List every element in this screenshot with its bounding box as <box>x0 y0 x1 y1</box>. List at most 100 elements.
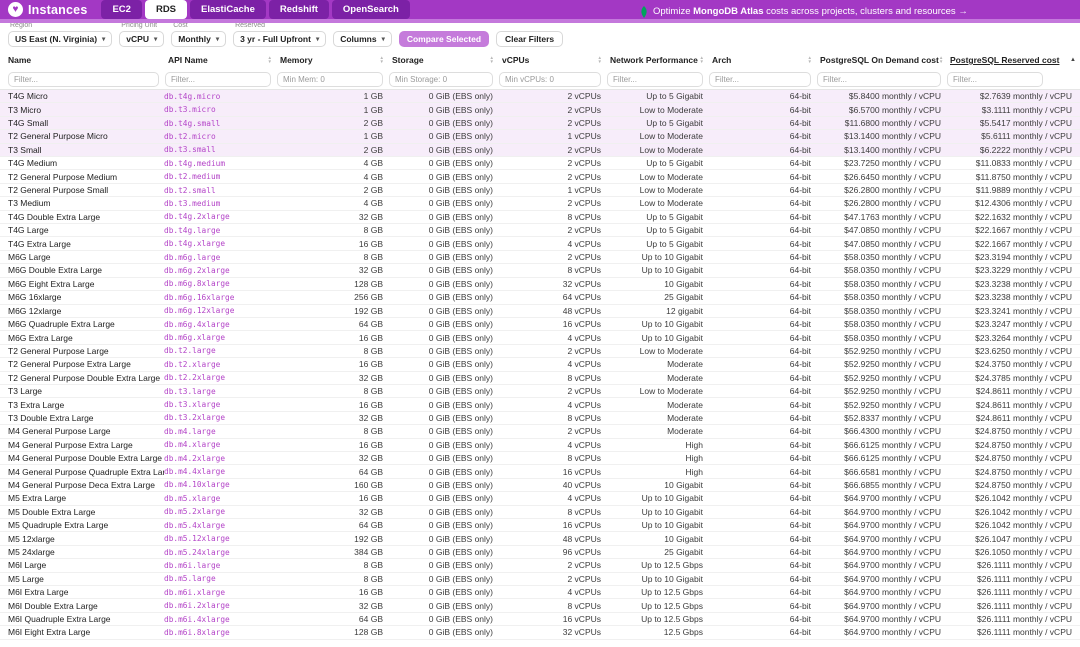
table-row[interactable]: T2 General Purpose Mediumdb.t2.medium4 G… <box>0 170 1080 183</box>
column-header-memory[interactable]: Memory▲▼ <box>276 55 388 65</box>
cost-select[interactable]: Monthly▾ <box>171 31 226 47</box>
api-name-link[interactable]: db.t3.xlarge <box>164 400 276 409</box>
api-name-link[interactable]: db.m6g.2xlarge <box>164 266 276 275</box>
table-row[interactable]: T4G Mediumdb.t4g.medium4 GB0 GiB (EBS on… <box>0 157 1080 170</box>
filter-input-api-name[interactable] <box>165 72 271 87</box>
vantage-logo[interactable]: ♥ Instances <box>8 2 87 17</box>
column-header-arch[interactable]: Arch▲▼ <box>708 55 816 65</box>
table-row[interactable]: M6G 12xlargedb.m6g.12xlarge192 GB0 GiB (… <box>0 305 1080 318</box>
column-header-storage[interactable]: Storage▲▼ <box>388 55 498 65</box>
api-name-link[interactable]: db.m5.4xlarge <box>164 521 276 530</box>
api-name-link[interactable]: db.t4g.small <box>164 119 276 128</box>
table-row[interactable]: T4G Double Extra Largedb.t4g.2xlarge32 G… <box>0 211 1080 224</box>
filter-input-name[interactable] <box>8 72 159 87</box>
tab-elasticache[interactable]: ElastiCache <box>190 0 266 19</box>
api-name-link[interactable]: db.m6g.4xlarge <box>164 320 276 329</box>
table-row[interactable]: M6I Largedb.m6i.large8 GB0 GiB (EBS only… <box>0 559 1080 572</box>
api-name-link[interactable]: db.t4g.large <box>164 226 276 235</box>
table-row[interactable]: T3 Double Extra Largedb.t3.2xlarge32 GB0… <box>0 412 1080 425</box>
table-row[interactable]: T2 General Purpose Smalldb.t2.small2 GB0… <box>0 184 1080 197</box>
table-row[interactable]: M6I Eight Extra Largedb.m6i.8xlarge128 G… <box>0 626 1080 639</box>
api-name-link[interactable]: db.t2.xlarge <box>164 360 276 369</box>
api-name-link[interactable]: db.m4.2xlarge <box>164 454 276 463</box>
filter-input-postgresql-on-demand-cost[interactable] <box>817 72 941 87</box>
table-row[interactable]: M6G Quadruple Extra Largedb.m6g.4xlarge6… <box>0 318 1080 331</box>
table-row[interactable]: M6G 16xlargedb.m6g.16xlarge256 GB0 GiB (… <box>0 291 1080 304</box>
table-row[interactable]: T3 Microdb.t3.micro1 GB0 GiB (EBS only)2… <box>0 103 1080 116</box>
table-row[interactable]: T4G Largedb.t4g.large8 GB0 GiB (EBS only… <box>0 224 1080 237</box>
filter-input-arch[interactable] <box>709 72 811 87</box>
table-row[interactable]: T4G Extra Largedb.t4g.xlarge16 GB0 GiB (… <box>0 237 1080 250</box>
column-header-name[interactable]: Name <box>0 55 164 65</box>
api-name-link[interactable]: db.t4g.2xlarge <box>164 212 276 221</box>
api-name-link[interactable]: db.m5.large <box>164 574 276 583</box>
api-name-link[interactable]: db.t2.medium <box>164 172 276 181</box>
column-header-vcpus[interactable]: vCPUs▲▼ <box>498 55 606 65</box>
table-row[interactable]: M5 Quadruple Extra Largedb.m5.4xlarge64 … <box>0 519 1080 532</box>
api-name-link[interactable]: db.m4.10xlarge <box>164 480 276 489</box>
table-row[interactable]: M6G Double Extra Largedb.m6g.2xlarge32 G… <box>0 264 1080 277</box>
reserved-term-select[interactable]: 3 yr - Full Upfront▾ <box>233 31 326 47</box>
api-name-link[interactable]: db.m6i.8xlarge <box>164 628 276 637</box>
table-row[interactable]: M6G Extra Largedb.m6g.xlarge16 GB0 GiB (… <box>0 331 1080 344</box>
table-row[interactable]: M6I Extra Largedb.m6i.xlarge16 GB0 GiB (… <box>0 586 1080 599</box>
table-row[interactable]: M6I Quadruple Extra Largedb.m6i.4xlarge6… <box>0 613 1080 626</box>
api-name-link[interactable]: db.m6g.large <box>164 253 276 262</box>
api-name-link[interactable]: db.m4.4xlarge <box>164 467 276 476</box>
api-name-link[interactable]: db.m5.2xlarge <box>164 507 276 516</box>
api-name-link[interactable]: db.m6i.4xlarge <box>164 615 276 624</box>
table-row[interactable]: M4 General Purpose Extra Largedb.m4.xlar… <box>0 439 1080 452</box>
table-row[interactable]: T2 General Purpose Microdb.t2.micro1 GB0… <box>0 130 1080 143</box>
pricing-unit-select[interactable]: vCPU▾ <box>119 31 164 47</box>
api-name-link[interactable]: db.m6g.12xlarge <box>164 306 276 315</box>
api-name-link[interactable]: db.t2.2xlarge <box>164 373 276 382</box>
api-name-link[interactable]: db.m4.xlarge <box>164 440 276 449</box>
table-row[interactable]: T2 General Purpose Largedb.t2.large8 GB0… <box>0 345 1080 358</box>
column-header-api-name[interactable]: API Name▲▼ <box>164 55 276 65</box>
api-name-link[interactable]: db.m6i.2xlarge <box>164 601 276 610</box>
api-name-link[interactable]: db.m5.12xlarge <box>164 534 276 543</box>
column-header-postgresql-reserved-cost[interactable]: PostgreSQL Reserved cost▲ <box>946 55 1080 65</box>
region-select[interactable]: US East (N. Virginia)▾ <box>8 31 112 47</box>
filter-input-network-performance[interactable] <box>607 72 703 87</box>
table-row[interactable]: T4G Microdb.t4g.micro1 GB0 GiB (EBS only… <box>0 90 1080 103</box>
api-name-link[interactable]: db.t3.small <box>164 145 276 154</box>
table-row[interactable]: M4 General Purpose Quadruple Extra Large… <box>0 465 1080 478</box>
table-row[interactable]: T3 Extra Largedb.t3.xlarge16 GB0 GiB (EB… <box>0 398 1080 411</box>
tab-opensearch[interactable]: OpenSearch <box>332 0 410 19</box>
table-row[interactable]: M5 12xlargedb.m5.12xlarge192 GB0 GiB (EB… <box>0 532 1080 545</box>
table-row[interactable]: T2 General Purpose Double Extra Largedb.… <box>0 372 1080 385</box>
api-name-link[interactable]: db.m4.large <box>164 427 276 436</box>
api-name-link[interactable]: db.t4g.medium <box>164 159 276 168</box>
compare-selected-button[interactable]: Compare Selected <box>399 31 489 47</box>
filter-input-storage[interactable] <box>389 72 493 87</box>
column-header-postgresql-on-demand-cost[interactable]: PostgreSQL On Demand cost▲▼ <box>816 55 946 65</box>
api-name-link[interactable]: db.t4g.xlarge <box>164 239 276 248</box>
api-name-link[interactable]: db.m6i.xlarge <box>164 588 276 597</box>
filter-input-memory[interactable] <box>277 72 383 87</box>
table-row[interactable]: M5 Double Extra Largedb.m5.2xlarge32 GB0… <box>0 506 1080 519</box>
columns-select[interactable]: Columns▾ <box>333 31 392 47</box>
tab-redshift[interactable]: Redshift <box>269 0 329 19</box>
api-name-link[interactable]: db.m6g.8xlarge <box>164 279 276 288</box>
api-name-link[interactable]: db.t3.micro <box>164 105 276 114</box>
tab-ec2[interactable]: EC2 <box>101 0 141 19</box>
api-name-link[interactable]: db.t3.2xlarge <box>164 413 276 422</box>
table-row[interactable]: M6G Largedb.m6g.large8 GB0 GiB (EBS only… <box>0 251 1080 264</box>
tab-rds[interactable]: RDS <box>145 0 187 19</box>
table-row[interactable]: M5 24xlargedb.m5.24xlarge384 GB0 GiB (EB… <box>0 546 1080 559</box>
table-row[interactable]: M5 Extra Largedb.m5.xlarge16 GB0 GiB (EB… <box>0 492 1080 505</box>
api-name-link[interactable]: db.t3.large <box>164 387 276 396</box>
api-name-link[interactable]: db.t2.micro <box>164 132 276 141</box>
column-header-network-performance[interactable]: Network Performance▲▼ <box>606 55 708 65</box>
api-name-link[interactable]: db.t4g.micro <box>164 92 276 101</box>
filter-input-vcpus[interactable] <box>499 72 601 87</box>
api-name-link[interactable]: db.m6g.16xlarge <box>164 293 276 302</box>
table-row[interactable]: M6I Double Extra Largedb.m6i.2xlarge32 G… <box>0 599 1080 612</box>
table-row[interactable]: T3 Mediumdb.t3.medium4 GB0 GiB (EBS only… <box>0 197 1080 210</box>
table-row[interactable]: T3 Smalldb.t3.small2 GB0 GiB (EBS only)2… <box>0 144 1080 157</box>
table-row[interactable]: M6G Eight Extra Largedb.m6g.8xlarge128 G… <box>0 278 1080 291</box>
table-row[interactable]: M4 General Purpose Largedb.m4.large8 GB0… <box>0 425 1080 438</box>
api-name-link[interactable]: db.t2.large <box>164 346 276 355</box>
filter-input-postgresql-reserved-cost[interactable] <box>947 72 1043 87</box>
